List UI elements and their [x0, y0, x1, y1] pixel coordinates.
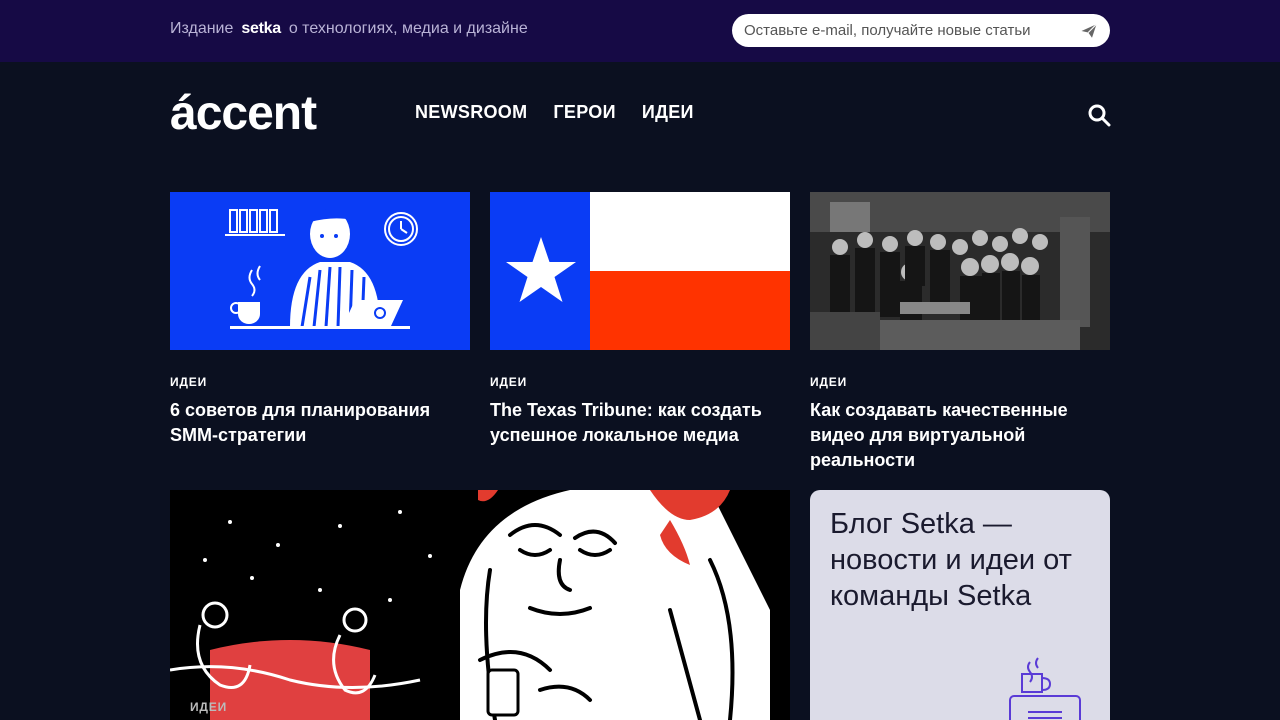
- article-category[interactable]: ИДЕИ: [810, 375, 1110, 389]
- top-bar: Издание setka о технологиях, медиа и диз…: [0, 0, 1280, 62]
- featured-illustration[interactable]: [170, 490, 790, 720]
- article-card-smm[interactable]: ИДЕИ 6 советов для планирования SMM-стра…: [170, 192, 470, 448]
- search-icon[interactable]: [1087, 103, 1111, 127]
- email-input-placeholder[interactable]: Оставьте e-mail, получайте новые статьи: [744, 22, 1031, 39]
- setka-blog-promo[interactable]: Блог Setka — новости и идеи от команды S…: [810, 490, 1110, 720]
- article-title[interactable]: The Texas Tribune: как создать успешное …: [490, 398, 790, 448]
- nav-item-heroes[interactable]: ГЕРОИ: [553, 102, 615, 123]
- blog-promo-text[interactable]: Блог Setka — новости и идеи от команды S…: [830, 506, 1100, 614]
- featured-article[interactable]: ИДЕИ: [170, 490, 790, 720]
- tagline-suffix: о технологиях, медиа и дизайне: [288, 20, 528, 37]
- article-card-texas-tribune[interactable]: ИДЕИ The Texas Tribune: как создать успе…: [490, 192, 790, 448]
- tagline: Издание setka о технологиях, медиа и диз…: [170, 20, 528, 38]
- article-title[interactable]: Как создавать качественные видео для вир…: [810, 398, 1110, 473]
- coffee-desk-icon: [1009, 657, 1081, 720]
- team-photo[interactable]: [810, 192, 1110, 350]
- feature-category[interactable]: ИДЕИ: [190, 700, 227, 714]
- nav-item-newsroom[interactable]: NEWSROOM: [415, 102, 527, 123]
- article-category[interactable]: ИДЕИ: [170, 375, 470, 389]
- email-subscribe-field[interactable]: Оставьте e-mail, получайте новые статьи: [732, 14, 1110, 47]
- nav-item-ideas[interactable]: ИДЕИ: [642, 102, 694, 123]
- smm-illustration[interactable]: [170, 192, 470, 350]
- main-nav: NEWSROOM ГЕРОИ ИДЕИ: [415, 102, 694, 123]
- tagline-prefix: Издание: [170, 20, 234, 37]
- send-icon[interactable]: [1080, 22, 1098, 40]
- article-card-vr-video[interactable]: ИДЕИ Как создавать качественные видео дл…: [810, 192, 1110, 473]
- article-title[interactable]: 6 советов для планирования SMM-стратегии: [170, 398, 470, 448]
- texas-flag-image[interactable]: [490, 192, 790, 350]
- setka-brand-link[interactable]: setka: [241, 20, 281, 38]
- article-category[interactable]: ИДЕИ: [490, 375, 790, 389]
- accent-logo[interactable]: áccent: [170, 86, 317, 142]
